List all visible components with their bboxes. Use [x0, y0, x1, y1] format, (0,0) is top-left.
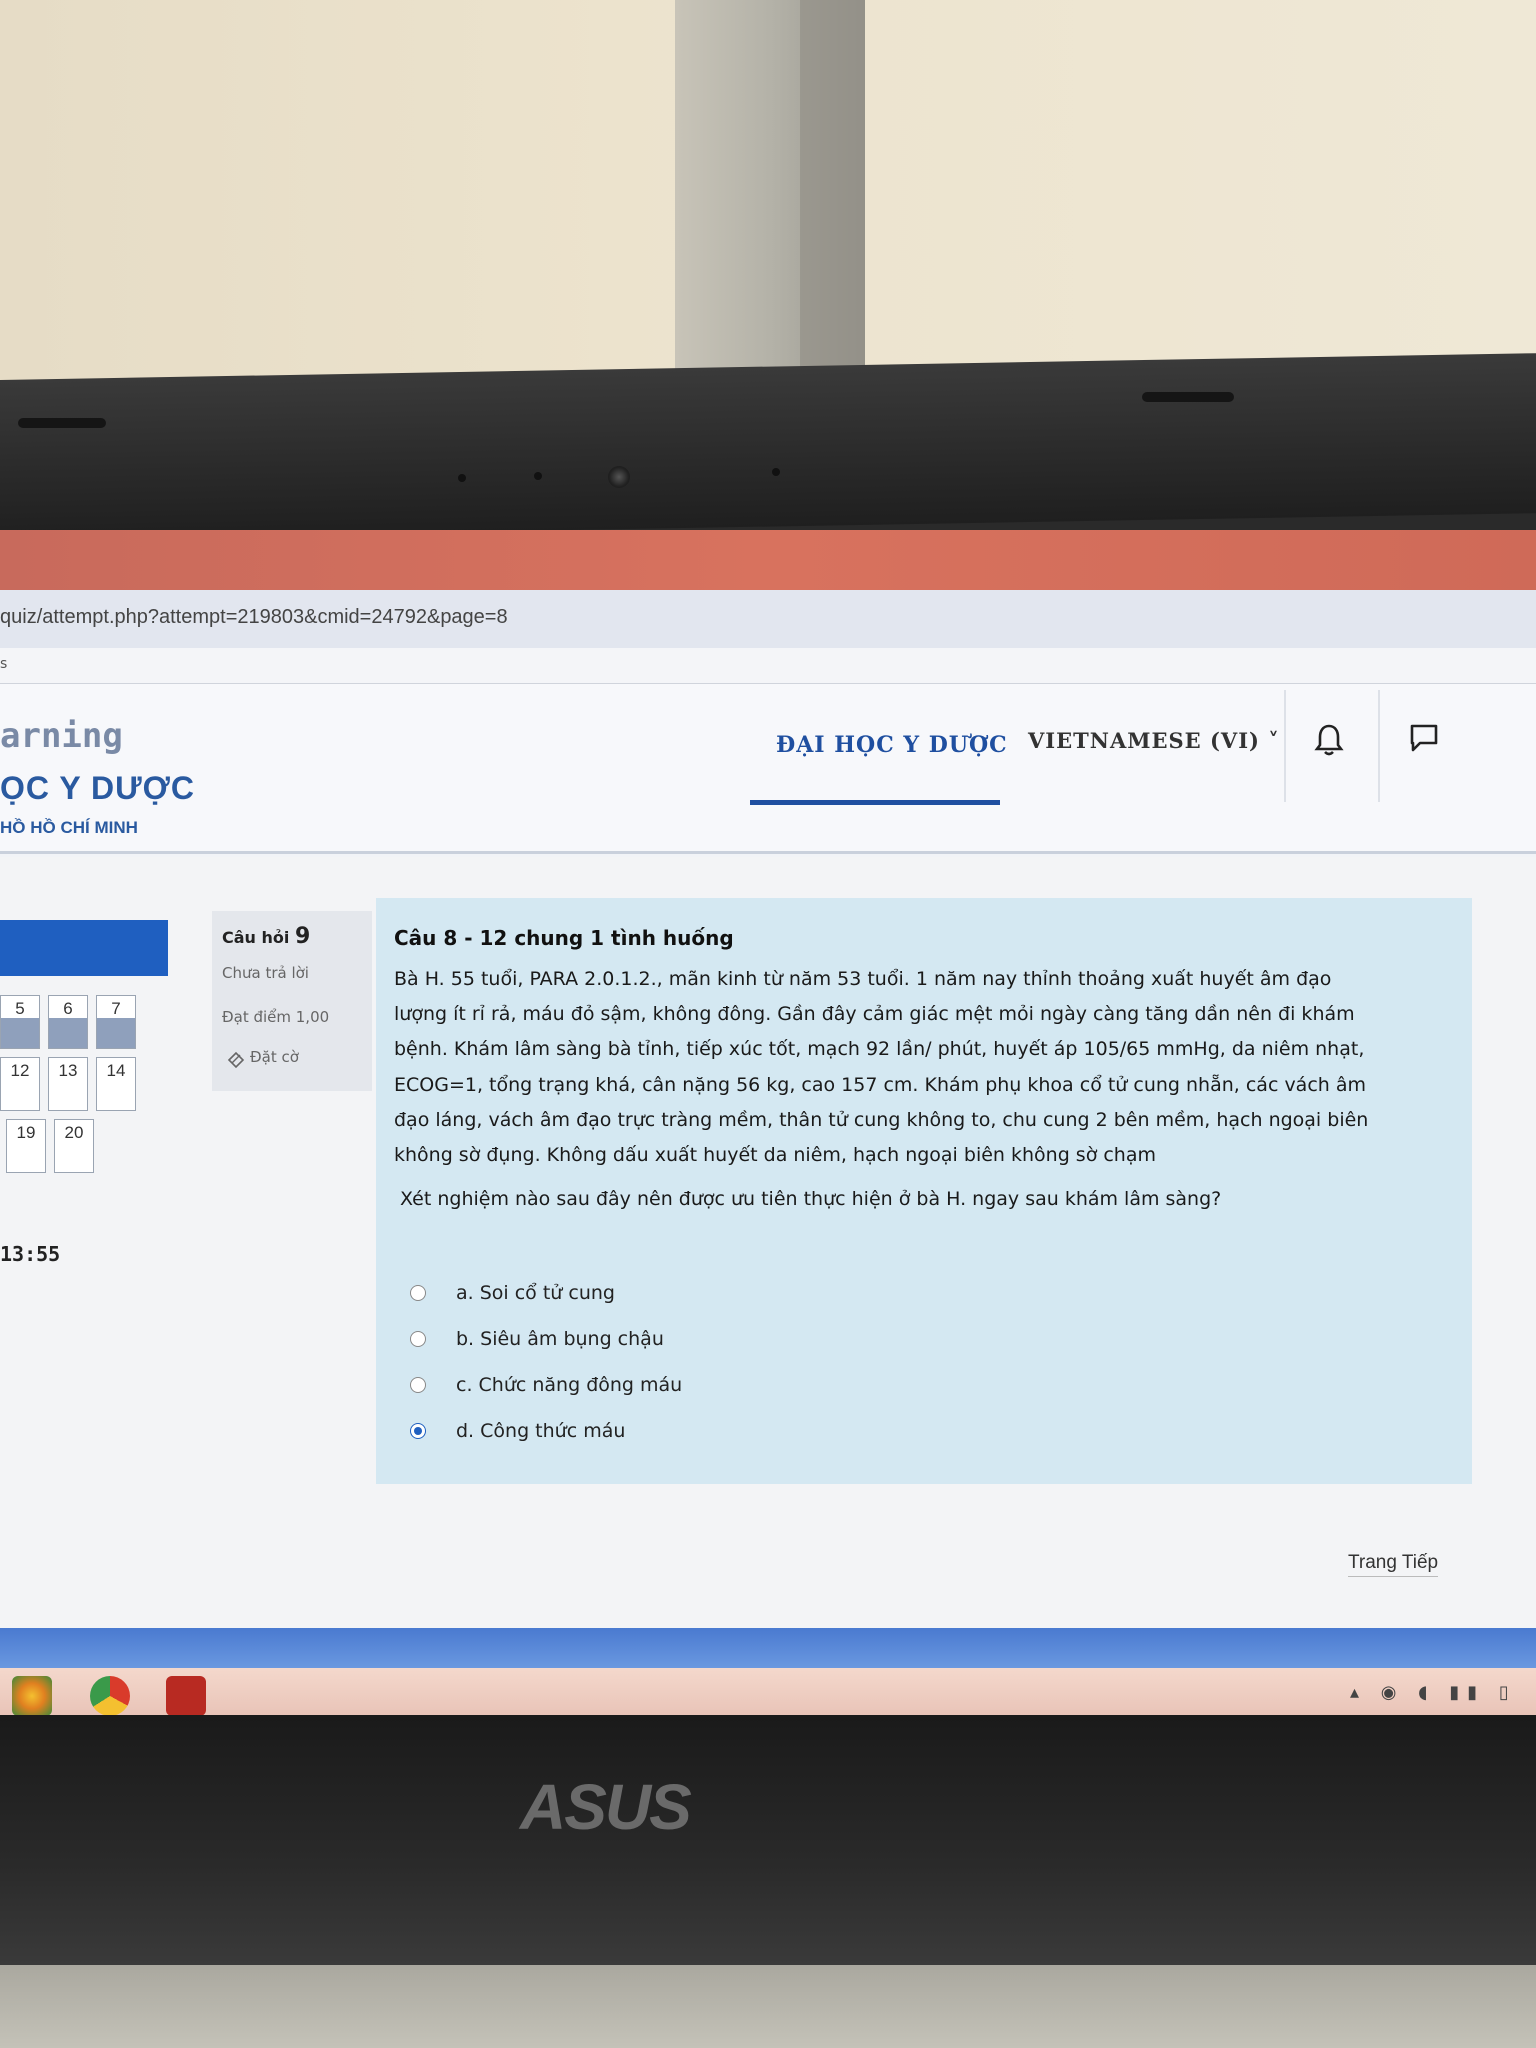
system-tray[interactable]: ▴ ◉ ◖ ▮▮ ▯	[1350, 1682, 1517, 1703]
brand-logo: ASUS	[520, 1771, 692, 1843]
url-text[interactable]: quiz/attempt.php?attempt=219803&cmid=247…	[0, 606, 508, 629]
nav-divider	[1284, 690, 1286, 802]
radio-c[interactable]	[410, 1377, 426, 1393]
quiz-nav-button[interactable]: 14	[96, 1057, 136, 1111]
notification-bell-icon[interactable]	[1314, 722, 1344, 758]
quiz-nav-button[interactable]: 20	[54, 1119, 94, 1173]
question-grade: Đạt điểm 1,00	[222, 1008, 330, 1026]
desk-surface	[0, 1965, 1536, 2048]
nav-university-link[interactable]: ĐẠI HỌC Y DƯỢC	[776, 732, 1008, 758]
wall-pillar-shadow	[800, 0, 865, 400]
radio-b[interactable]	[410, 1331, 426, 1347]
answer-option-b[interactable]: b. Siêu âm bụng chậu	[410, 1322, 664, 1356]
question-number-value: 9	[294, 924, 311, 949]
quiz-nav-button[interactable]: 19	[6, 1119, 46, 1173]
question-number-label: Câu hỏi	[222, 928, 290, 947]
sensor-dot	[772, 468, 780, 476]
quiz-nav-button[interactable]: 13	[48, 1057, 88, 1111]
acrobat-taskbar-icon[interactable]	[166, 1676, 206, 1716]
quiz-nav-button[interactable]: 5	[0, 995, 40, 1049]
webcam	[608, 466, 630, 488]
bezel-latch-left	[18, 418, 106, 428]
site-logo-line1[interactable]: arning	[0, 716, 123, 756]
question-text-line: ECOG=1, tổng trạng khá, cân nặng 56 kg, …	[394, 1073, 1367, 1096]
windows-taskbar	[0, 1668, 1536, 1720]
messages-icon[interactable]	[1408, 722, 1440, 754]
flag-question-link[interactable]: Đặt cờ	[250, 1048, 299, 1066]
quiz-nav-button[interactable]: 7	[96, 995, 136, 1049]
radio-d[interactable]	[410, 1423, 426, 1439]
quiz-nav-button[interactable]: 12	[0, 1057, 40, 1111]
question-status: Chưa trả lời	[222, 964, 309, 982]
answer-option-label: d. Công thức máu	[456, 1420, 626, 1442]
question-text: Bà H. 55 tuổi, PARA 2.0.1.2., mãn kinh t…	[394, 962, 1424, 1173]
laptop-screen: quiz/attempt.php?attempt=219803&cmid=247…	[0, 530, 1536, 1720]
radio-a[interactable]	[410, 1285, 426, 1301]
question-text-line: bệnh. Khám lâm sàng bà tỉnh, tiếp xúc tố…	[394, 1038, 1365, 1061]
answer-option-c[interactable]: c. Chức năng đông máu	[410, 1368, 682, 1402]
chrome-taskbar-icon[interactable]	[90, 1676, 130, 1716]
question-text-line: đạo láng, vách âm đạo trực tràng mềm, th…	[394, 1108, 1369, 1131]
answer-option-label: a. Soi cổ tử cung	[456, 1282, 615, 1304]
bezel-latch-right	[1142, 392, 1234, 402]
flag-icon[interactable]	[226, 1050, 246, 1070]
question-text-line: lượng ít rỉ rả, máu đỏ sậm, không đông. …	[394, 1003, 1355, 1026]
answer-option-label: c. Chức năng đông máu	[456, 1374, 683, 1396]
sensor-dot	[458, 474, 466, 482]
page-footer-strip	[0, 1628, 1536, 1668]
nav-divider	[1378, 690, 1380, 802]
site-logo-line3[interactable]: HỒ HỒ CHÍ MINH	[0, 818, 138, 838]
nav-active-underline	[750, 800, 1000, 805]
question-prompt: Xét nghiệm nào sau đây nên được ưu tiên …	[400, 1188, 1222, 1210]
laptop-bottom-bezel	[0, 1715, 1536, 1965]
quiz-navigation-header	[0, 920, 168, 976]
browser-tab-bar	[0, 530, 1536, 590]
quiz-nav-button[interactable]: 6	[48, 995, 88, 1049]
bookmark-item[interactable]: s	[0, 656, 7, 672]
question-number: Câu hỏi 9	[222, 924, 310, 949]
laptop-top-bezel	[0, 353, 1536, 540]
question-text-line: không sờ đụng. Không dấu xuất huyết da n…	[394, 1144, 1157, 1167]
quiz-timer: 13:55	[0, 1242, 61, 1266]
sensor-dot	[534, 472, 542, 480]
answer-option-d[interactable]: d. Công thức máu	[410, 1414, 625, 1448]
bookmark-bar	[0, 648, 1536, 684]
site-header	[0, 684, 1536, 854]
question-text-line: Bà H. 55 tuổi, PARA 2.0.1.2., mãn kinh t…	[394, 968, 1332, 990]
site-logo-line2[interactable]: ỌC Y DƯỢC	[0, 770, 195, 807]
answer-option-a[interactable]: a. Soi cổ tử cung	[410, 1276, 615, 1310]
question-heading: Câu 8 - 12 chung 1 tình huống	[394, 926, 734, 950]
language-menu[interactable]: VIETNAMESE (VI) ˅	[1028, 728, 1280, 753]
next-page-button[interactable]: Trang Tiếp	[1348, 1552, 1439, 1577]
answer-option-label: b. Siêu âm bụng chậu	[456, 1328, 664, 1350]
media-player-taskbar-icon[interactable]	[12, 1676, 52, 1716]
